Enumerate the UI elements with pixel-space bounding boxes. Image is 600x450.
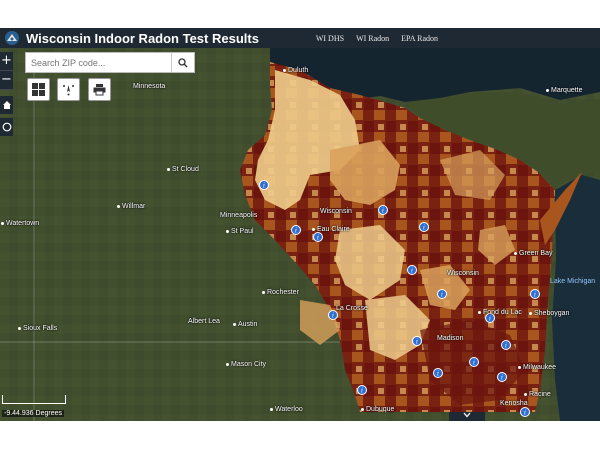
svg-text:i: i — [489, 316, 491, 323]
map-view[interactable]: iii iii iii iii iii ii Duluth Minnesota … — [0, 48, 600, 421]
zip-search — [25, 52, 195, 73]
svg-text:i: i — [332, 313, 334, 320]
label-wisconsin-north: Wisconsin — [320, 208, 352, 215]
svg-text:i: i — [295, 228, 297, 235]
svg-text:i: i — [423, 225, 425, 232]
label-minneapolis: Minneapolis — [220, 212, 258, 219]
home-button[interactable] — [0, 96, 13, 114]
svg-text:i: i — [473, 360, 475, 367]
basemap-gallery-icon — [32, 83, 45, 96]
basemap-gallery-button[interactable] — [27, 78, 50, 101]
label-milwaukee: Milwaukee — [518, 364, 556, 371]
map-canvas: i i i i i i i i i i i i i i i i i — [0, 48, 600, 421]
label-eau-claire: Eau Claire — [312, 226, 350, 233]
svg-text:i: i — [361, 388, 363, 395]
label-green-bay: Green Bay — [514, 250, 552, 257]
link-epa-radon[interactable]: EPA Radon — [401, 34, 438, 43]
svg-text:i: i — [441, 292, 443, 299]
app-logo-icon — [2, 28, 22, 48]
locate-button[interactable] — [0, 118, 13, 136]
label-st-paul: St Paul — [226, 228, 254, 235]
link-wi-dhs[interactable]: WI DHS — [316, 34, 344, 43]
app-header: Wisconsin Indoor Radon Test Results WI D… — [0, 28, 600, 48]
label-sioux-falls: Sioux Falls — [18, 325, 57, 332]
print-button[interactable] — [88, 78, 111, 101]
label-lake-michigan: Lake Michigan — [550, 278, 596, 285]
label-mason-city: Mason City — [226, 361, 266, 368]
scale-bar — [2, 395, 66, 404]
zoom-control: + − — [0, 52, 13, 90]
svg-text:i: i — [501, 375, 503, 382]
coordinate-readout: -9.44.936 Degrees — [2, 410, 64, 417]
label-sheboygan: Sheboygan — [529, 310, 569, 317]
svg-text:i: i — [437, 371, 439, 378]
zoom-in-button[interactable]: + — [0, 52, 13, 71]
page-title: Wisconsin Indoor Radon Test Results — [26, 30, 259, 46]
header-nav: WI DHS WI Radon EPA Radon — [316, 28, 438, 48]
label-la-crosse: La Crosse — [336, 305, 368, 312]
compass-icon — [2, 122, 11, 132]
chevron-down-icon — [463, 412, 471, 418]
link-wi-radon[interactable]: WI Radon — [356, 34, 389, 43]
label-duluth: Duluth — [283, 67, 308, 74]
print-icon — [93, 84, 106, 96]
label-dubuque: Dubuque — [361, 406, 394, 413]
search-input[interactable] — [26, 53, 171, 72]
label-fond-du-lac: Fond du Lac — [478, 309, 522, 316]
locate-me-button[interactable] — [57, 78, 80, 101]
label-wisconsin-state: Wisconsin — [447, 270, 479, 277]
label-willmar: Willmar — [117, 203, 145, 210]
label-minnesota: Minnesota — [133, 83, 166, 90]
svg-text:i: i — [411, 268, 413, 275]
svg-text:i: i — [317, 235, 319, 242]
search-button[interactable] — [171, 53, 194, 72]
svg-text:i: i — [524, 410, 526, 417]
label-racine: Racine — [524, 391, 551, 398]
locate-icon — [63, 85, 74, 96]
home-icon — [2, 101, 11, 109]
svg-text:i: i — [382, 208, 384, 215]
top-margin — [0, 0, 600, 28]
bottom-margin — [0, 421, 600, 450]
svg-text:i: i — [263, 183, 265, 190]
label-albert-lea: Albert Lea — [188, 318, 220, 325]
label-waterloo: Waterloo — [270, 406, 303, 413]
label-marquette: Marquette — [546, 87, 583, 94]
svg-text:i: i — [416, 339, 418, 346]
label-austin: Austin — [233, 321, 257, 328]
search-icon — [178, 57, 188, 67]
label-madison: Madison — [437, 335, 464, 342]
svg-text:i: i — [534, 292, 536, 299]
label-kenosha: Kenosha — [500, 400, 528, 407]
zoom-out-button[interactable]: − — [0, 71, 13, 90]
label-st-cloud: St Cloud — [167, 166, 199, 173]
label-rochester: Rochester — [262, 289, 299, 296]
svg-text:i: i — [505, 343, 507, 350]
label-watertown: Watertown — [1, 220, 39, 227]
